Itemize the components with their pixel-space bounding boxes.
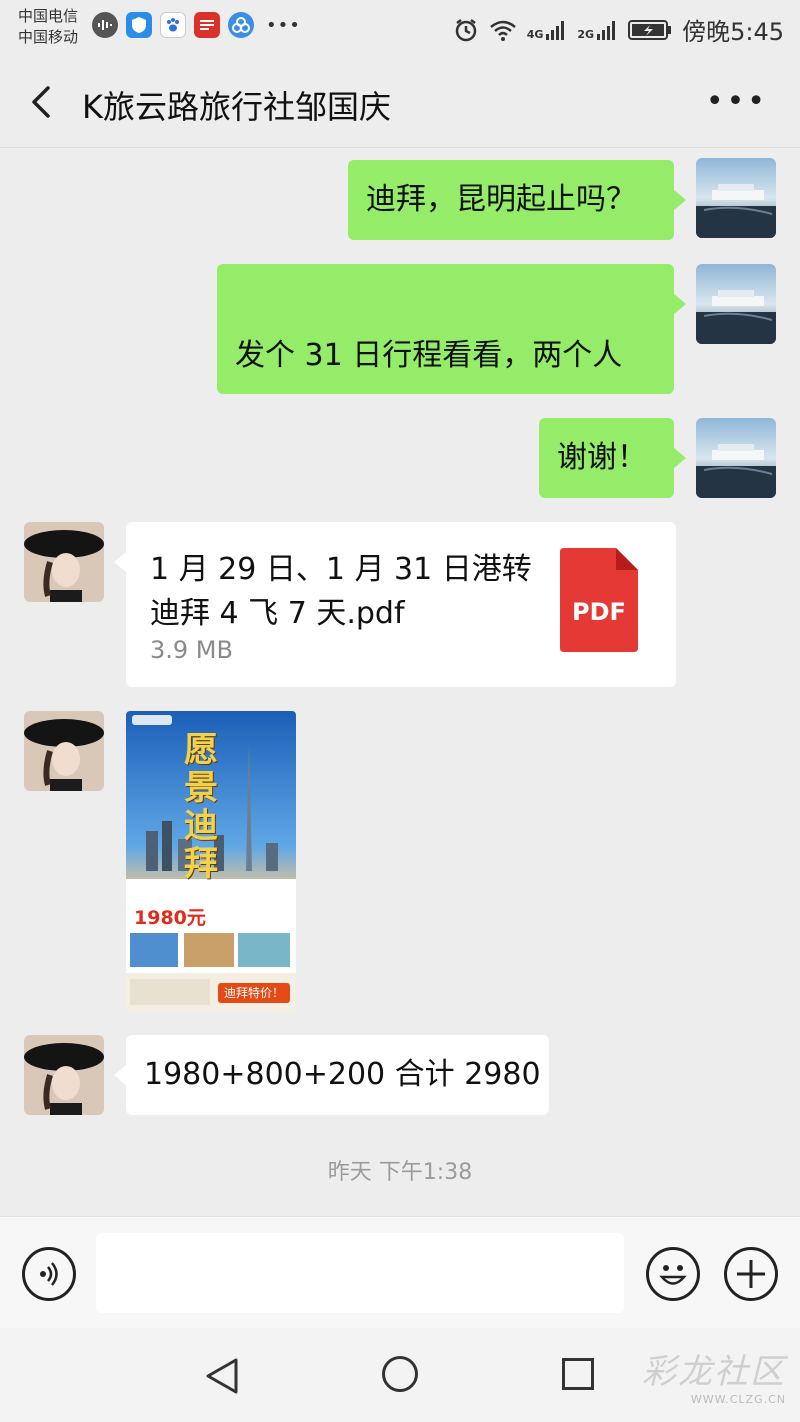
chat-header: K旅云路旅行社邹国庆 ••• bbox=[0, 56, 800, 148]
contact-avatar[interactable] bbox=[24, 711, 104, 791]
sent-message-1[interactable]: 迪拜，昆明起止吗？ bbox=[348, 160, 674, 240]
carrier-info: 中国电信 中国移动 bbox=[18, 6, 78, 48]
status-bar: 中国电信 中国移动 ••• 4G 2G 傍晚5:45 bbox=[0, 0, 800, 56]
image-message[interactable]: 愿景迪拜 1980元 迪拜特价！ bbox=[126, 711, 296, 1011]
network-1-label: 4G bbox=[526, 27, 544, 41]
message-text: 发个 31 日行程看看，两个人 bbox=[235, 338, 623, 373]
input-bar bbox=[0, 1216, 800, 1328]
battery-charging-icon bbox=[628, 19, 672, 40]
voice-input-icon[interactable] bbox=[22, 1247, 76, 1301]
cloud-app-icon bbox=[228, 12, 254, 38]
signal-1-icon: 4G bbox=[527, 19, 568, 41]
poster-price: 1980元 bbox=[134, 907, 206, 929]
message-input[interactable] bbox=[96, 1233, 624, 1313]
timestamp: 昨天 下午1:38 bbox=[327, 1160, 473, 1185]
more-options-icon[interactable]: ••• bbox=[706, 87, 768, 117]
my-avatar[interactable] bbox=[696, 418, 776, 498]
nav-home-icon[interactable] bbox=[382, 1356, 418, 1392]
news-app-icon bbox=[194, 12, 220, 38]
file-message[interactable]: 1 月 29 日、1 月 31 日港转迪拜 4 飞 7 天.pdf 3.9 MB… bbox=[126, 522, 676, 687]
emoji-icon[interactable] bbox=[646, 1247, 700, 1301]
contact-avatar[interactable] bbox=[24, 1035, 104, 1115]
voice-notification-icon bbox=[92, 12, 118, 38]
message-text: 1980+800+200 合计 2980 bbox=[144, 1057, 541, 1092]
carrier-1: 中国电信 bbox=[18, 7, 79, 25]
sent-message-2[interactable]: 发个 31 日行程看看，两个人 bbox=[217, 264, 674, 394]
file-name: 1 月 29 日、1 月 31 日港转迪拜 4 飞 7 天.pdf bbox=[150, 552, 532, 631]
nav-back-icon[interactable] bbox=[204, 1356, 240, 1396]
poster-title: 愿景迪拜 bbox=[184, 730, 218, 884]
chat-title: K旅云路旅行社邹国庆 bbox=[82, 88, 391, 126]
poster-tag: 迪拜特价！ bbox=[218, 983, 290, 1003]
message-text: 谢谢！ bbox=[557, 440, 647, 475]
notification-icons: ••• bbox=[92, 12, 301, 38]
my-avatar[interactable] bbox=[696, 158, 776, 238]
watermark-sub: WWW.CLZG.CN bbox=[690, 1393, 786, 1406]
contact-avatar[interactable] bbox=[24, 522, 104, 602]
alarm-icon bbox=[455, 18, 476, 41]
network-2-label: 2G bbox=[577, 27, 595, 41]
status-right: 4G 2G 傍晚5:45 bbox=[453, 12, 784, 47]
back-icon[interactable] bbox=[24, 84, 60, 120]
watermark: 彩龙社区 WWW.CLZG.CN bbox=[642, 1344, 786, 1406]
nav-recent-apps-icon[interactable] bbox=[562, 1358, 594, 1390]
signal-2-icon: 2G bbox=[577, 19, 618, 41]
pdf-label: PDF bbox=[572, 598, 626, 626]
more-notifications-icon: ••• bbox=[266, 14, 301, 36]
carrier-2: 中国移动 bbox=[18, 28, 79, 46]
paw-app-icon bbox=[160, 12, 186, 38]
bubble-tail bbox=[674, 294, 686, 314]
received-message[interactable]: 1980+800+200 合计 2980 bbox=[126, 1035, 549, 1115]
sent-message-3[interactable]: 谢谢！ bbox=[539, 418, 674, 498]
clock: 傍晚5:45 bbox=[682, 18, 784, 46]
bubble-tail bbox=[114, 1065, 126, 1085]
bubble-tail bbox=[674, 448, 686, 468]
bubble-tail bbox=[114, 552, 126, 572]
watermark-main: 彩龙社区 bbox=[642, 1352, 786, 1392]
wifi-icon bbox=[489, 20, 516, 41]
add-more-icon[interactable] bbox=[724, 1247, 778, 1301]
message-text: 迪拜，昆明起止吗？ bbox=[366, 182, 636, 217]
shield-app-icon bbox=[126, 12, 152, 38]
file-size: 3.9 MB bbox=[150, 636, 233, 664]
my-avatar[interactable] bbox=[696, 264, 776, 344]
bubble-tail bbox=[674, 190, 686, 210]
system-nav-bar: 彩龙社区 WWW.CLZG.CN bbox=[0, 1328, 800, 1422]
